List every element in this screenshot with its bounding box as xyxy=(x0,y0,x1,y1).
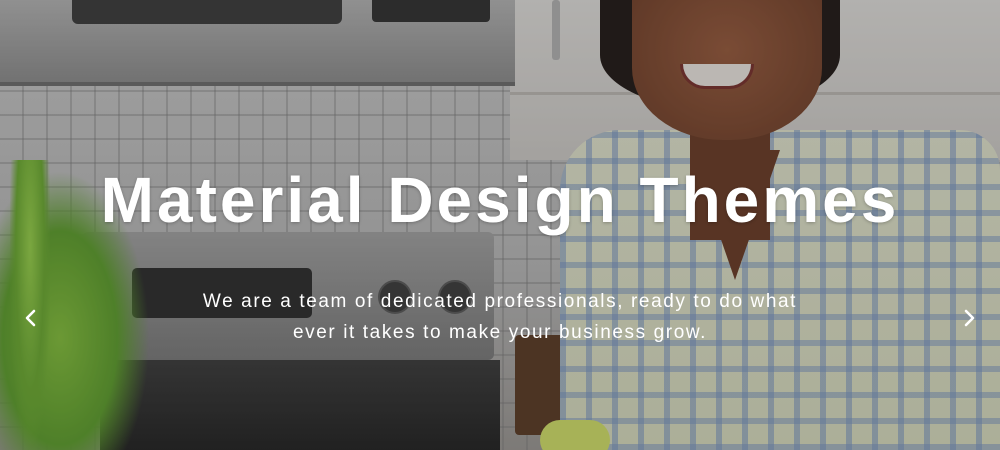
hero-subtitle: We are a team of dedicated professionals… xyxy=(202,291,798,343)
hero-slider: Material Design Themes We are a team of … xyxy=(0,0,1000,450)
carousel-prev-button[interactable] xyxy=(17,304,45,332)
hero-title: Material Design Themes xyxy=(100,164,900,236)
chevron-right-icon xyxy=(964,309,975,327)
carousel-next-button[interactable] xyxy=(955,304,983,332)
chevron-left-icon xyxy=(25,309,36,327)
